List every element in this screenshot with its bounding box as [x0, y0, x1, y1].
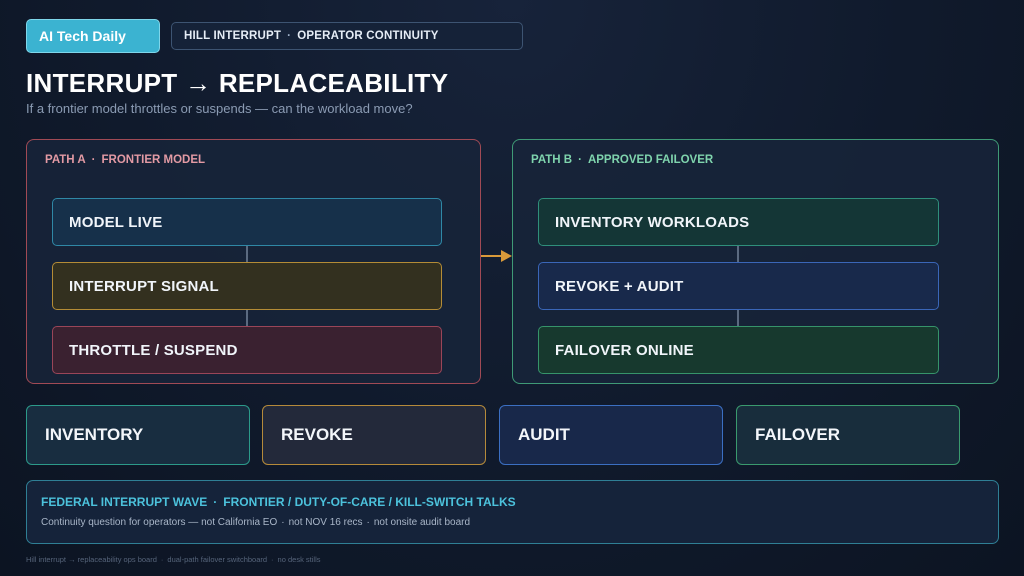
- tile-revoke: REVOKE: [262, 405, 486, 465]
- credit-part-2: dual-path failover switchboard: [167, 555, 268, 564]
- credit-part-1: Hill interrupt → replaceability ops boar…: [26, 555, 157, 564]
- context-body-part-3: not onsite audit board: [373, 517, 471, 528]
- context-body-separator: ·: [366, 517, 370, 528]
- context-heading-right: FRONTIER / DUTY-OF-CARE / KILL-SWITCH TA…: [223, 495, 516, 509]
- step-model-live: MODEL LIVE: [52, 198, 442, 246]
- credit-line: Hill interrupt → replaceability ops boar…: [26, 555, 320, 564]
- path-b-label-left: PATH B: [531, 154, 573, 166]
- tile-inventory: INVENTORY: [26, 405, 250, 465]
- tagline-separator: ·: [287, 30, 292, 42]
- page-title: INTERRUPT → REPLACEABILITY: [26, 68, 449, 98]
- right-arrow-icon: [481, 250, 512, 262]
- path-b-connector: [737, 246, 739, 262]
- tile-failover: FAILOVER: [736, 405, 960, 465]
- step-interrupt-signal: INTERRUPT SIGNAL: [52, 262, 442, 310]
- path-a-label-left: PATH A: [45, 154, 86, 166]
- context-body-separator: ·: [281, 517, 285, 528]
- path-b-panel: PATH B · APPROVED FAILOVER INVENTORY WORKL…: [512, 139, 999, 384]
- brand-badge: AI Tech Daily: [26, 19, 160, 53]
- context-heading-left: FEDERAL INTERRUPT WAVE: [41, 495, 208, 509]
- step-revoke-audit: REVOKE + AUDIT: [538, 262, 939, 310]
- topic-tagline: HILL INTERRUPT · OPERATOR CONTINUITY: [171, 22, 523, 50]
- path-a-connector: [246, 246, 248, 262]
- credit-part-3: no desk stills: [277, 555, 321, 564]
- context-heading-separator: ·: [213, 495, 218, 509]
- path-a-label-separator: ·: [91, 154, 96, 166]
- context-panel: FEDERAL INTERRUPT WAVE · FRONTIER / DUTY-O…: [26, 480, 999, 544]
- path-a-panel: PATH A · FRONTIER MODEL MODEL LIVE INTERRU…: [26, 139, 481, 384]
- path-a-label: PATH A · FRONTIER MODEL: [45, 154, 205, 166]
- path-b-label-right: APPROVED FAILOVER: [587, 154, 714, 166]
- path-b-label: PATH B · APPROVED FAILOVER: [531, 154, 713, 166]
- step-inventory-workloads: INVENTORY WORKLOADS: [538, 198, 939, 246]
- path-b-connector: [737, 310, 739, 326]
- path-a-label-right: FRONTIER MODEL: [101, 154, 206, 166]
- tile-audit: AUDIT: [499, 405, 723, 465]
- page-subtitle: If a frontier model throttles or suspend…: [26, 101, 413, 116]
- context-body-part-2: not NOV 16 recs: [288, 517, 363, 528]
- tagline-left: HILL INTERRUPT: [184, 30, 282, 42]
- path-b-label-separator: ·: [578, 154, 582, 166]
- context-heading: FEDERAL INTERRUPT WAVE · FRONTIER / DUTY-O…: [41, 495, 516, 509]
- credit-separator: ·: [271, 555, 274, 564]
- context-body: Continuity question for operators — not …: [41, 517, 470, 528]
- tagline-right: OPERATOR CONTINUITY: [297, 30, 439, 42]
- step-throttle-suspend: THROTTLE / SUSPEND: [52, 326, 442, 374]
- step-failover-online: FAILOVER ONLINE: [538, 326, 939, 374]
- path-a-connector: [246, 310, 248, 326]
- credit-separator: ·: [160, 555, 164, 564]
- context-body-part-1: Continuity question for operators — not …: [41, 517, 278, 528]
